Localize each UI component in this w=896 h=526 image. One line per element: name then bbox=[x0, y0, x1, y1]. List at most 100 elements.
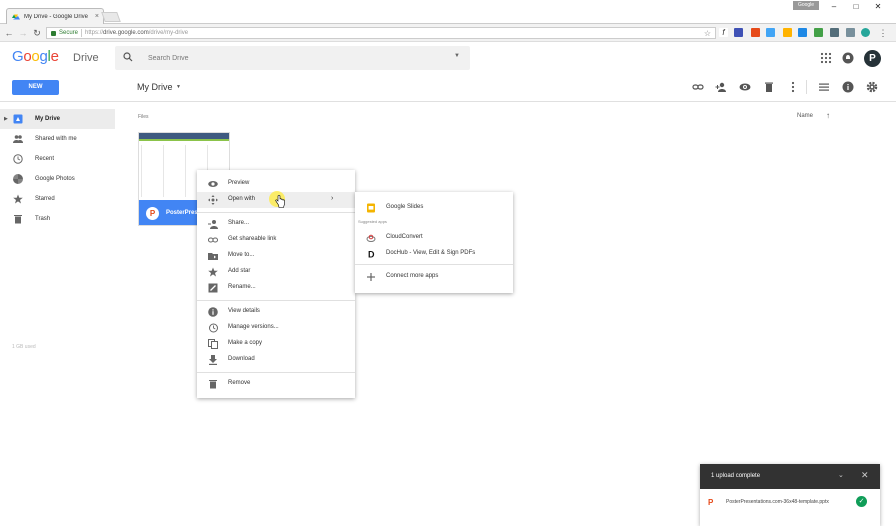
chrome-menu-icon[interactable]: ⋮ bbox=[878, 27, 888, 39]
submenu-chevron-right-icon: › bbox=[331, 195, 334, 202]
sidebar-item-my-drive[interactable]: ▶ My Drive bbox=[0, 109, 115, 129]
app-google-slides[interactable]: Google Slides bbox=[355, 200, 513, 216]
search-box[interactable]: ▼ bbox=[115, 46, 470, 70]
app-label: Google Slides bbox=[386, 204, 424, 210]
settings-gear-icon[interactable] bbox=[866, 81, 878, 93]
close-window-icon[interactable]: ✕ bbox=[872, 2, 884, 12]
more-actions-icon[interactable] bbox=[787, 81, 799, 93]
sidebar-item-starred[interactable]: Starred bbox=[0, 189, 115, 209]
menu-item-share[interactable]: Share... bbox=[197, 216, 355, 232]
location-title[interactable]: My Drive bbox=[137, 82, 173, 92]
search-options-chevron-icon[interactable]: ▼ bbox=[454, 53, 460, 59]
extension-grid-icon[interactable] bbox=[734, 28, 743, 37]
cloudconvert-icon bbox=[366, 234, 376, 242]
menu-item-view-details[interactable]: View details bbox=[197, 304, 355, 320]
menu-item-remove[interactable]: Remove bbox=[197, 376, 355, 392]
upload-panel-header: 1 upload complete ⌄ ✕ bbox=[700, 464, 880, 489]
sidebar-item-recent[interactable]: Recent bbox=[0, 149, 115, 169]
extension-flag-icon[interactable] bbox=[814, 28, 823, 37]
submenu-divider bbox=[355, 264, 513, 265]
upload-item[interactable]: P PosterPresentations.com-36x48-template… bbox=[700, 489, 880, 526]
collapse-chevron-down-icon[interactable]: ⌄ bbox=[838, 471, 844, 479]
right-edge bbox=[886, 103, 896, 526]
new-button[interactable]: NEW bbox=[12, 80, 59, 95]
account-avatar[interactable]: P bbox=[864, 50, 881, 67]
link-icon[interactable] bbox=[692, 81, 704, 93]
extension-circle-icon[interactable] bbox=[861, 28, 870, 37]
menu-item-add-star[interactable]: Add star bbox=[197, 264, 355, 280]
minimize-icon[interactable]: – bbox=[828, 2, 840, 12]
menu-item-manage-versions[interactable]: Manage versions... bbox=[197, 320, 355, 336]
upload-status: 1 upload complete bbox=[711, 473, 761, 479]
google-logo[interactable]: Google bbox=[12, 48, 59, 65]
new-tab-button[interactable] bbox=[101, 12, 121, 22]
sort-by-name[interactable]: Name bbox=[797, 113, 813, 119]
storage-usage: 1 GB used bbox=[12, 344, 36, 350]
delete-trash-icon[interactable] bbox=[763, 81, 775, 93]
star-icon bbox=[208, 267, 218, 277]
menu-item-move-to[interactable]: Move to... bbox=[197, 248, 355, 264]
browser-tab[interactable]: My Drive - Google Drive × bbox=[6, 8, 104, 24]
powerpoint-file-icon: P bbox=[708, 498, 714, 507]
menu-item-label: Move to... bbox=[228, 252, 255, 258]
thumbnail-accent-line bbox=[139, 139, 229, 141]
menu-item-get-link[interactable]: Get shareable link bbox=[197, 232, 355, 248]
search-input[interactable] bbox=[148, 52, 428, 64]
sidebar-item-label: My Drive bbox=[35, 116, 61, 122]
location-dropdown-icon[interactable]: ▼ bbox=[176, 84, 181, 90]
list-view-icon[interactable] bbox=[818, 81, 830, 93]
extension-box-icon[interactable] bbox=[830, 28, 839, 37]
preview-eye-icon[interactable] bbox=[739, 81, 751, 93]
sidebar-item-shared[interactable]: Shared with me bbox=[0, 129, 115, 149]
menu-item-download[interactable]: Download bbox=[197, 352, 355, 368]
window-user-badge[interactable]: Google bbox=[793, 1, 819, 10]
apps-grid-icon[interactable] bbox=[820, 52, 832, 64]
tab-close-icon[interactable]: × bbox=[95, 13, 99, 20]
sidebar-item-label: Starred bbox=[35, 196, 55, 202]
plus-icon bbox=[367, 273, 375, 281]
menu-item-label: Add star bbox=[228, 268, 251, 274]
sidebar-item-label: Shared with me bbox=[35, 136, 77, 142]
app-label: CloudConvert bbox=[386, 234, 423, 240]
bookmark-star-icon[interactable]: ☆ bbox=[704, 28, 711, 39]
url-text: https://drive.google.com/drive/my-drive bbox=[85, 30, 189, 36]
app-dochub[interactable]: D DocHub - View, Edit & Sign PDFs bbox=[355, 246, 513, 262]
connect-more-apps[interactable]: Connect more apps bbox=[355, 269, 513, 285]
extension-person-icon[interactable] bbox=[798, 28, 807, 37]
expand-arrow-icon[interactable]: ▶ bbox=[4, 116, 8, 122]
notifications-bell-icon[interactable] bbox=[842, 52, 854, 64]
sort-arrow-up-icon[interactable]: ↑ bbox=[826, 111, 830, 120]
extension-yellow-icon[interactable] bbox=[783, 28, 792, 37]
menu-item-label: Rename... bbox=[228, 284, 256, 290]
browser-toolbar: ← → ↻ Secure https://drive.google.com/dr… bbox=[0, 24, 896, 42]
folder-move-icon bbox=[208, 253, 218, 260]
share-add-person-icon[interactable] bbox=[715, 81, 727, 93]
reload-icon[interactable]: ↻ bbox=[32, 27, 42, 39]
sidebar-item-trash[interactable]: Trash bbox=[0, 209, 115, 229]
forward-icon[interactable]: → bbox=[18, 27, 28, 39]
menu-item-label: Remove bbox=[228, 380, 251, 386]
menu-item-make-copy[interactable]: Make a copy bbox=[197, 336, 355, 352]
menu-item-label: Share... bbox=[228, 220, 250, 226]
extension-blue-icon[interactable] bbox=[766, 28, 775, 37]
secure-label: Secure bbox=[59, 30, 79, 36]
app-cloudconvert[interactable]: CloudConvert bbox=[355, 230, 513, 246]
menu-item-label: Open with bbox=[228, 196, 256, 202]
powerpoint-file-icon: P bbox=[146, 207, 159, 220]
search-icon[interactable] bbox=[123, 52, 133, 62]
extension-dark-icon[interactable] bbox=[846, 28, 855, 37]
extension-fp-icon[interactable]: f bbox=[719, 28, 728, 37]
close-icon[interactable]: ✕ bbox=[861, 470, 869, 481]
info-icon[interactable] bbox=[842, 81, 854, 93]
back-icon[interactable]: ← bbox=[4, 27, 14, 39]
trash-icon bbox=[14, 215, 22, 224]
extension-orange-icon[interactable] bbox=[751, 28, 760, 37]
maximize-icon[interactable]: □ bbox=[850, 2, 862, 12]
menu-item-rename[interactable]: Rename... bbox=[197, 280, 355, 296]
action-bar bbox=[0, 73, 896, 102]
address-bar[interactable]: Secure https://drive.google.com/drive/my… bbox=[46, 27, 716, 39]
menu-item-label: Manage versions... bbox=[228, 324, 279, 330]
menu-item-label: Preview bbox=[228, 180, 250, 186]
menu-item-preview[interactable]: Preview bbox=[197, 176, 355, 192]
sidebar-item-photos[interactable]: Google Photos bbox=[0, 169, 115, 189]
